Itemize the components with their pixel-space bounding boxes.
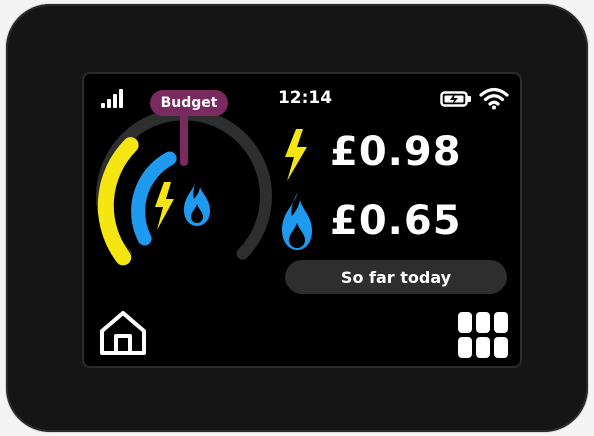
clock-time: 12:14 [277,88,333,108]
wifi-icon [479,87,509,110]
electricity-cost: £0.98 [330,129,462,175]
gauge-gas-icon [184,181,210,226]
electricity-arc [97,137,139,266]
home-icon[interactable] [98,310,148,356]
display-screen: 12:14 Budget £0.98 £0.65 So far today [84,74,520,366]
period-button[interactable]: So far today [285,260,507,294]
usage-gauge [96,108,272,266]
electricity-icon [285,129,307,181]
gas-flame-icon [282,192,312,250]
budget-label: Budget [150,90,228,116]
gauge-electricity-icon [155,182,174,230]
grid-menu-icon[interactable] [458,312,508,360]
battery-charging-icon [440,91,471,107]
gas-cost: £0.65 [330,198,462,244]
smart-meter-device: 12:14 Budget £0.98 £0.65 So far today [6,4,588,432]
